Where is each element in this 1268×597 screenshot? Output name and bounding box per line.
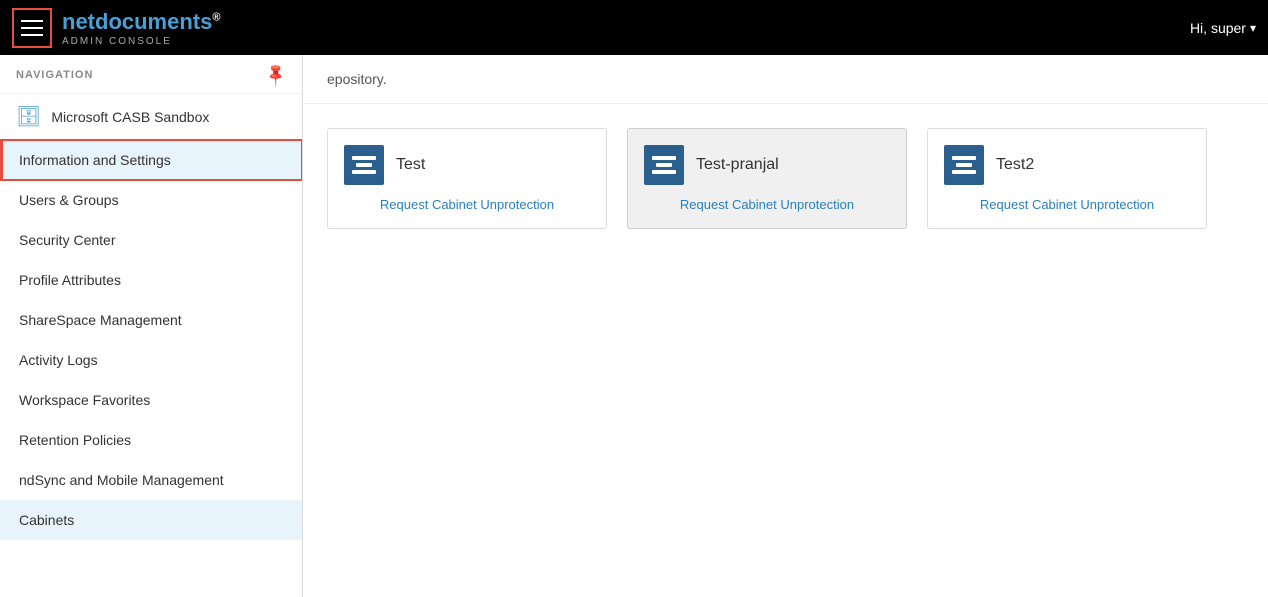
sidebar-item-label: Information and Settings [19, 152, 171, 168]
sidebar-item-label: Workspace Favorites [19, 392, 150, 408]
casb-database-icon: 🗄 [16, 104, 41, 129]
cabinet-unprotect-link-test[interactable]: Request Cabinet Unprotection [344, 197, 590, 212]
cabinet-card-test2[interactable]: Test2 Request Cabinet Unprotection [927, 128, 1207, 229]
hamburger-button[interactable] [12, 8, 52, 48]
sidebar-item-profile-attributes[interactable]: Profile Attributes [0, 260, 302, 300]
cabinet-icon-test-pranjal [644, 145, 684, 185]
sidebar-item-sharespace-management[interactable]: ShareSpace Management [0, 300, 302, 340]
logo-trademark: ® [212, 11, 220, 23]
sidebar-item-retention-policies[interactable]: Retention Policies [0, 420, 302, 460]
cabinet-card-top: Test [344, 145, 590, 185]
sidebar-item-workspace-favorites[interactable]: Workspace Favorites [0, 380, 302, 420]
repository-text-area: epository. [303, 55, 1268, 104]
cabinet-icon-line-3 [952, 170, 976, 174]
sidebar-item-users-and-groups[interactable]: Users & Groups [0, 180, 302, 220]
cabinet-icon-line-2 [656, 163, 672, 167]
sidebar-item-label: ShareSpace Management [19, 312, 182, 328]
logo: netdocuments® ADMIN CONSOLE [62, 9, 220, 47]
cabinet-icon-line-2 [356, 163, 372, 167]
hamburger-line-2 [21, 27, 43, 29]
cabinet-card-top: Test2 [944, 145, 1190, 185]
sidebar-nav-header: NAVIGATION 📌 [0, 55, 302, 94]
sidebar-item-label: Profile Attributes [19, 272, 121, 288]
sidebar-item-ndsync-mobile[interactable]: ndSync and Mobile Management [0, 460, 302, 500]
sidebar: NAVIGATION 📌 🗄 Microsoft CASB Sandbox In… [0, 55, 303, 597]
logo-subtitle: ADMIN CONSOLE [62, 36, 220, 47]
sidebar-item-information-and-settings[interactable]: Information and Settings [0, 140, 302, 180]
main-content: epository. Test Request Cabinet Unprotec… [303, 55, 1268, 597]
cabinet-icon-line-2 [956, 163, 972, 167]
cabinet-icon-line-3 [352, 170, 376, 174]
sidebar-item-label: Retention Policies [19, 432, 131, 448]
cabinet-card-top: Test-pranjal [644, 145, 890, 185]
cabinet-unprotect-link-test2[interactable]: Request Cabinet Unprotection [944, 197, 1190, 212]
cabinet-card-test-pranjal[interactable]: Test-pranjal Request Cabinet Unprotectio… [627, 128, 907, 229]
casb-label: Microsoft CASB Sandbox [51, 109, 209, 125]
sidebar-item-activity-logs[interactable]: Activity Logs [0, 340, 302, 380]
logo-documents: documents [95, 9, 212, 34]
user-menu-chevron: ▾ [1250, 21, 1256, 35]
hamburger-line-3 [21, 34, 43, 36]
layout: NAVIGATION 📌 🗄 Microsoft CASB Sandbox In… [0, 55, 1268, 597]
sidebar-item-security-center[interactable]: Security Center [0, 220, 302, 260]
cabinet-card-test[interactable]: Test Request Cabinet Unprotection [327, 128, 607, 229]
sidebar-item-label: Activity Logs [19, 352, 98, 368]
sidebar-nav-label: NAVIGATION [16, 69, 93, 81]
cabinet-icon-line-1 [352, 156, 376, 160]
user-menu[interactable]: Hi, super ▾ [1190, 20, 1256, 36]
sidebar-item-label: Security Center [19, 232, 115, 248]
cabinet-icon-test2 [944, 145, 984, 185]
cabinet-unprotect-link-test-pranjal[interactable]: Request Cabinet Unprotection [644, 197, 890, 212]
cabinets-area: Test Request Cabinet Unprotection Test-p… [303, 104, 1268, 253]
cabinet-name-test: Test [396, 156, 425, 174]
pin-icon[interactable]: 📌 [262, 61, 290, 89]
sidebar-item-label: Cabinets [19, 512, 74, 528]
cabinet-name-test-pranjal: Test-pranjal [696, 156, 779, 174]
sidebar-item-cabinets[interactable]: Cabinets [0, 500, 302, 540]
cabinet-name-test2: Test2 [996, 156, 1034, 174]
sidebar-item-label: ndSync and Mobile Management [19, 472, 224, 488]
repository-text: epository. [327, 71, 387, 87]
user-greeting: Hi, super [1190, 20, 1246, 36]
logo-text: netdocuments® [62, 9, 220, 35]
header: netdocuments® ADMIN CONSOLE Hi, super ▾ [0, 0, 1268, 55]
cabinet-icon-line-1 [652, 156, 676, 160]
cabinet-icon-line-1 [952, 156, 976, 160]
logo-net: net [62, 9, 95, 34]
hamburger-line-1 [21, 20, 43, 22]
cabinet-icon-line-3 [652, 170, 676, 174]
sidebar-item-label: Users & Groups [19, 192, 119, 208]
cabinet-icon-test [344, 145, 384, 185]
sidebar-item-casb[interactable]: 🗄 Microsoft CASB Sandbox [0, 94, 302, 140]
